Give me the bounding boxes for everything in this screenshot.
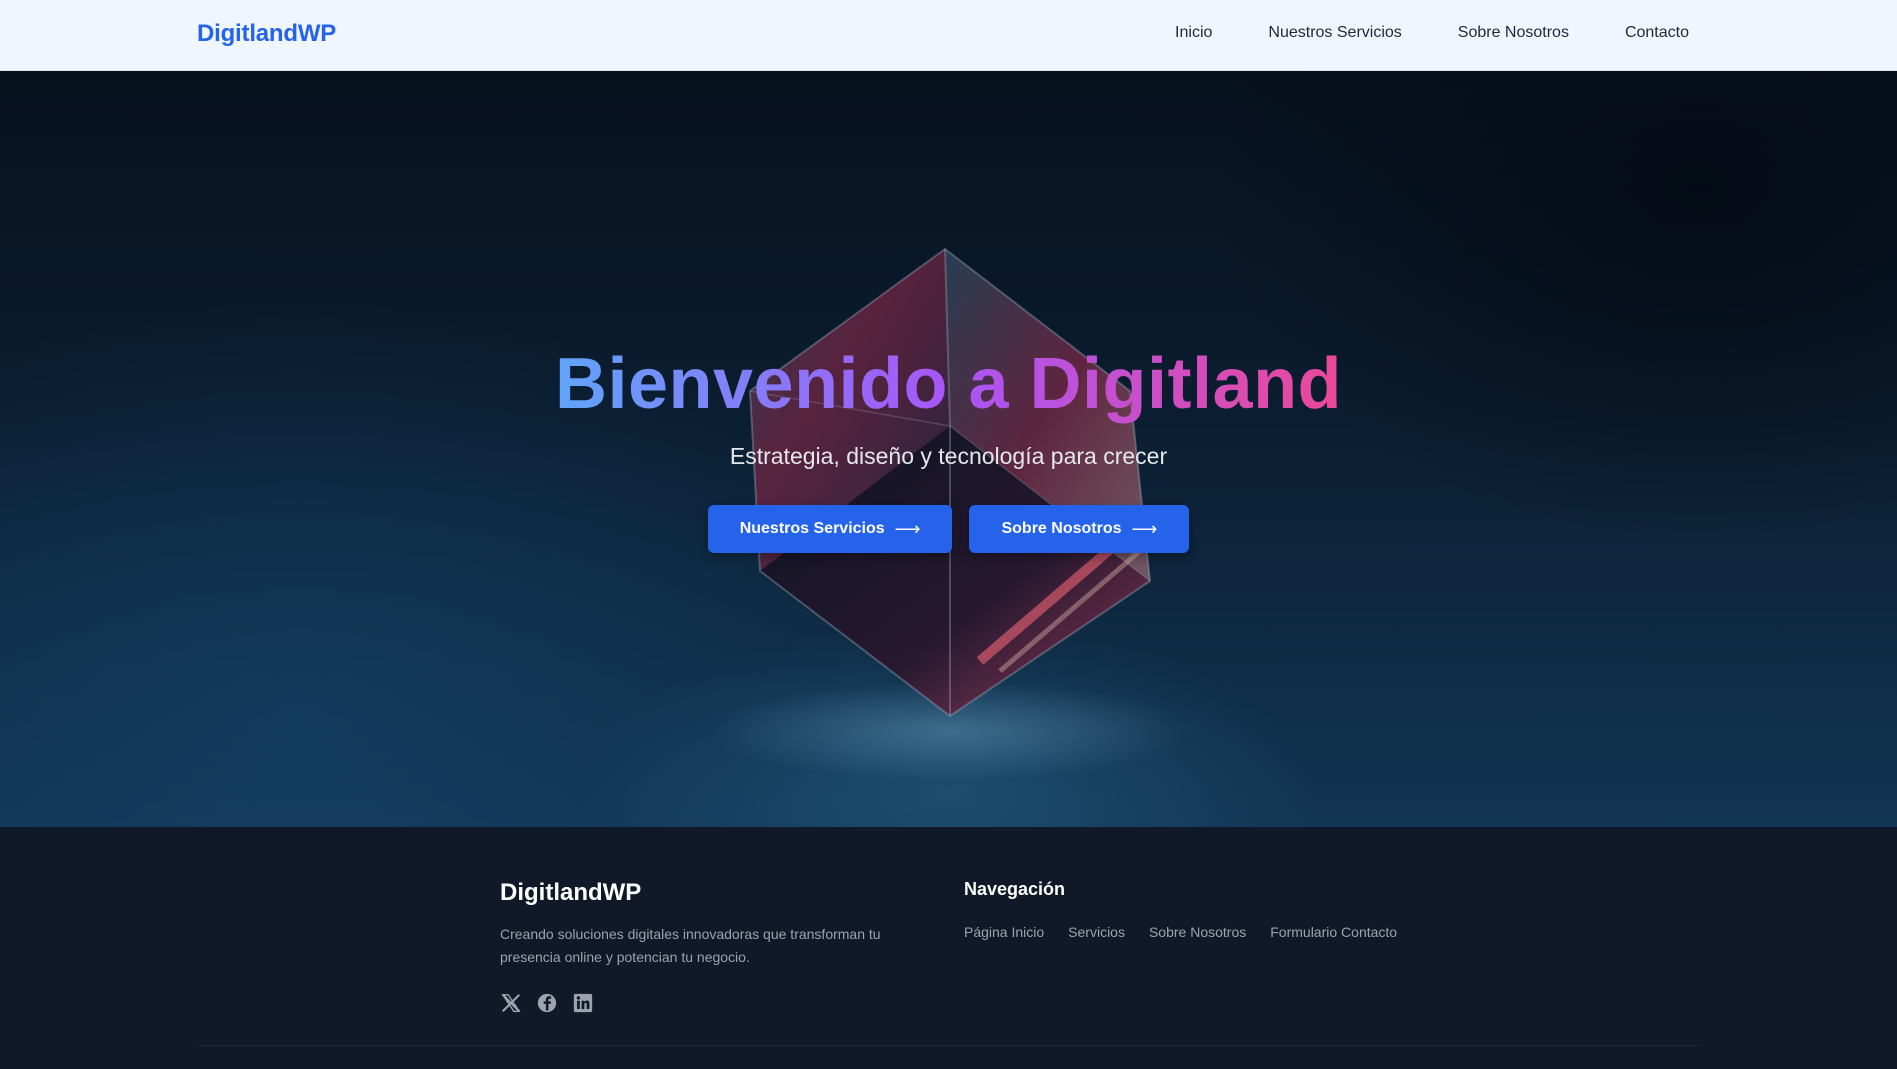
services-button-label: Nuestros Servicios bbox=[739, 520, 885, 537]
hero-buttons: Nuestros Servicios ⟶ Sobre Nosotros ⟶ bbox=[0, 505, 1897, 553]
footer-link-servicios[interactable]: Servicios bbox=[1068, 924, 1125, 940]
nav-item-sobre-nosotros[interactable]: Sobre Nosotros bbox=[1458, 24, 1569, 42]
main-nav: Inicio Nuestros Servicios Sobre Nosotros… bbox=[1175, 24, 1689, 42]
footer-nav-title: Navegación bbox=[964, 879, 1066, 899]
footer-link-sobre-nosotros[interactable]: Sobre Nosotros bbox=[1149, 924, 1246, 940]
services-button[interactable]: Nuestros Servicios ⟶ bbox=[707, 505, 953, 553]
nav-item-inicio[interactable]: Inicio bbox=[1175, 24, 1212, 42]
hero-title-wrapper: Bienvenido a Digitland bbox=[0, 343, 1897, 426]
logo-link[interactable]: DigitlandWP bbox=[197, 20, 336, 48]
footer-divider bbox=[197, 1045, 1700, 1046]
about-button[interactable]: Sobre Nosotros ⟶ bbox=[969, 505, 1190, 553]
footer-brand: DigitlandWP bbox=[500, 879, 642, 906]
social-links bbox=[500, 992, 594, 1014]
footer-link-contacto[interactable]: Formulario Contacto bbox=[1270, 924, 1397, 940]
site-header: DigitlandWP Inicio Nuestros Servicios So… bbox=[0, 0, 1897, 71]
site-footer: DigitlandWP Creando soluciones digitales… bbox=[0, 827, 1897, 1069]
hero-section: Bienvenido a Digitland Estrategia, diseñ… bbox=[0, 71, 1897, 827]
footer-description: Creando soluciones digitales innovadoras… bbox=[500, 926, 881, 965]
linkedin-icon[interactable] bbox=[572, 992, 594, 1014]
footer-link-inicio[interactable]: Página Inicio bbox=[964, 924, 1044, 940]
arrow-right-icon: ⟶ bbox=[894, 518, 921, 539]
about-button-label: Sobre Nosotros bbox=[1001, 520, 1122, 537]
nav-item-servicios[interactable]: Nuestros Servicios bbox=[1268, 24, 1401, 42]
hero-title: Bienvenido a Digitland bbox=[554, 344, 1343, 424]
arrow-right-icon: ⟶ bbox=[1131, 518, 1158, 539]
hero-subtitle: Estrategia, diseño y tecnología para cre… bbox=[729, 443, 1168, 469]
nav-item-contacto[interactable]: Contacto bbox=[1625, 24, 1689, 42]
x-icon[interactable] bbox=[500, 992, 522, 1014]
facebook-icon[interactable] bbox=[536, 992, 558, 1014]
footer-links: Página Inicio Servicios Sobre Nosotros F… bbox=[964, 924, 1397, 940]
